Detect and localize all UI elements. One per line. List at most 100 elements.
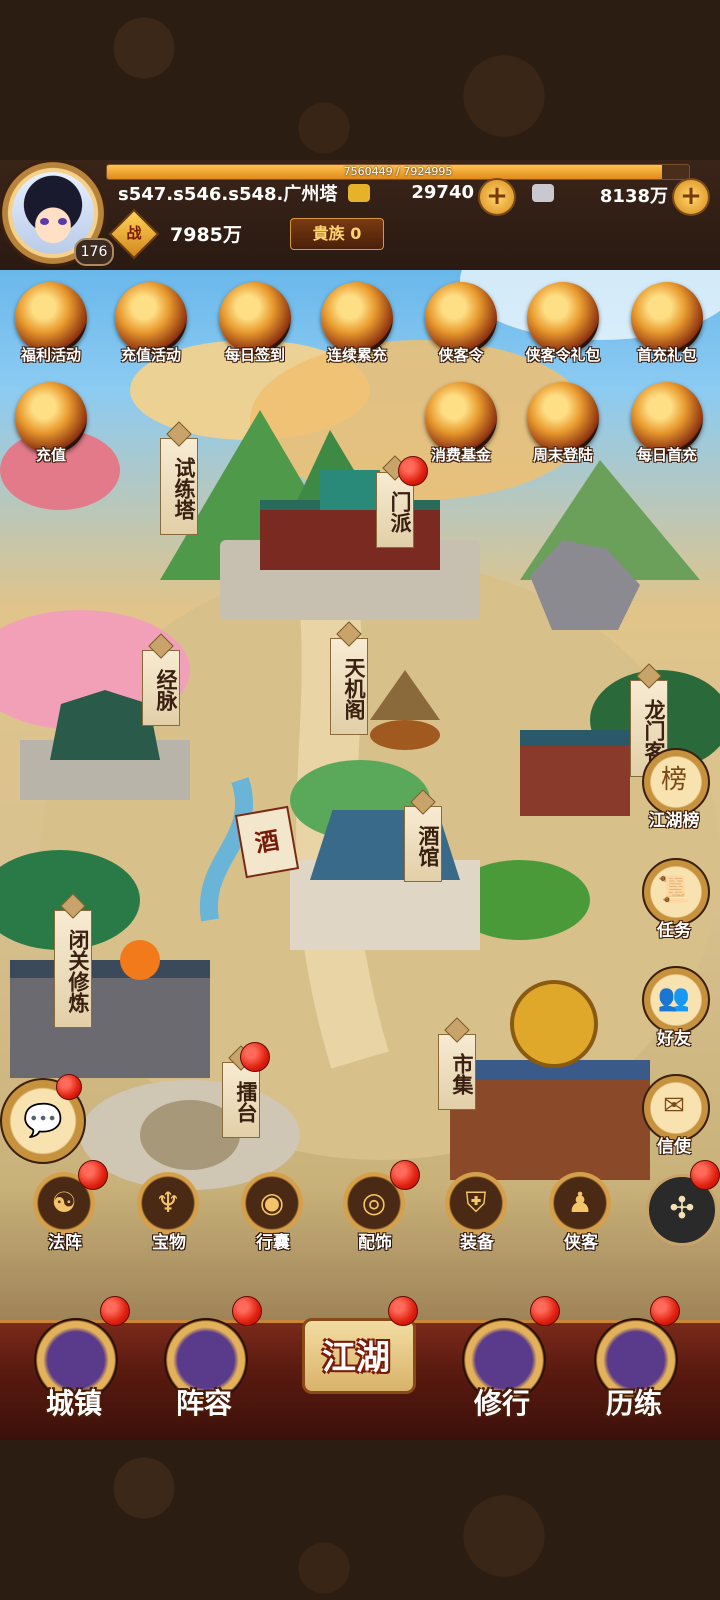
four-petal-icon: ✣ [669, 1191, 695, 1226]
outer-frame-bottom [0, 1440, 720, 1600]
tavern-sign: 酒 [234, 805, 300, 879]
ranking-icon: 榜 [660, 765, 687, 795]
nav-town-label: 城镇 [45, 1387, 102, 1420]
jianghu-ranking-button[interactable]: 榜 江湖榜 [634, 748, 714, 844]
formation-label: 法阵 [48, 1233, 82, 1253]
nav-training[interactable]: 历练 [584, 1310, 684, 1430]
player-level-badge: 176 [74, 238, 114, 266]
gold-ingot-currency: 29740 + [346, 178, 516, 216]
friends-button[interactable]: 👥 好友 [634, 966, 714, 1062]
activity-label: 连续累充 [326, 346, 387, 364]
activity-welfare[interactable]: 福利活动 [4, 282, 98, 378]
hero-silhouette-icon: ♟ [567, 1186, 593, 1219]
nav-jianghu-dot [388, 1296, 418, 1326]
quest-button[interactable]: 📜 任务 [634, 858, 714, 954]
nav-jianghu-label: 江湖 [322, 1338, 390, 1378]
equipment-button[interactable]: ⛨ 装备 [432, 1172, 522, 1262]
nav-town[interactable]: 城镇 [24, 1310, 124, 1430]
chat-notification-dot [56, 1074, 82, 1100]
nav-training-dot [650, 1296, 680, 1326]
chat-bubble-icon: 💬 [23, 1101, 63, 1139]
arena-notification-dot [240, 1042, 270, 1072]
silver-currency: 8138万 + [530, 178, 710, 216]
activity-spending-fund[interactable]: 消费基金 [414, 382, 508, 478]
nav-cultivation[interactable]: 修行 [452, 1310, 552, 1430]
activity-label: 周末登陆 [532, 446, 593, 464]
mail-button[interactable]: ✉ 信使 [634, 1074, 714, 1170]
activity-hero-token[interactable]: 侠客令 [414, 282, 508, 378]
activity-daily-signin[interactable]: 每日签到 [208, 282, 302, 378]
formation-notification-dot [78, 1160, 108, 1190]
silver-value: 8138万 [599, 186, 668, 207]
nav-lineup-dot [232, 1296, 262, 1326]
expand-notification-dot [690, 1160, 720, 1190]
activity-weekend-login[interactable]: 周末登陆 [516, 382, 610, 478]
combat-power-icon: 战 [108, 208, 160, 260]
friends-label: 好友 [657, 1029, 691, 1049]
treasure-button[interactable]: ♆ 宝物 [124, 1172, 214, 1262]
activity-label: 充值 [35, 446, 66, 464]
activity-label: 充值活动 [120, 346, 181, 364]
banner-meridian[interactable]: 经脉 [142, 650, 180, 726]
armor-icon: ⛨ [465, 1186, 487, 1219]
tavern[interactable] [290, 800, 480, 950]
accessory-label: 配饰 [358, 1233, 392, 1253]
banner-trial-tower[interactable]: 试练塔 [160, 438, 198, 535]
activity-label: 首充礼包 [636, 346, 697, 364]
combat-power-value: 7985万 [170, 224, 242, 246]
gold-ingot-value: 29740 [411, 182, 474, 203]
activity-hero-token-pack[interactable]: 侠客令礼包 [516, 282, 610, 378]
outer-frame-top [0, 0, 720, 160]
activity-recharge-event[interactable]: 充值活动 [104, 282, 198, 378]
activity-first-recharge-pack[interactable]: 首充礼包 [620, 282, 714, 378]
server-name: s547.s546.s548.广州塔 [118, 184, 338, 205]
game-viewport: 酒 7560449 / 7924995 176 s547.s546.s548.广… [0, 160, 720, 1440]
activity-label: 每日首充 [636, 446, 697, 464]
activity-label: 福利活动 [20, 346, 81, 364]
gold-ingot-add-button[interactable]: + [478, 178, 516, 216]
longmen-inn[interactable] [520, 700, 630, 816]
activity-daily-first-recharge[interactable]: 每日首充 [620, 382, 714, 478]
inventory-button[interactable]: ◉ 行囊 [228, 1172, 318, 1262]
activity-label: 侠客令 [438, 346, 484, 364]
top-hud: 7560449 / 7924995 176 s547.s546.s548.广州塔… [0, 160, 720, 270]
sect-palace[interactable] [200, 470, 500, 630]
activity-label: 每日签到 [224, 346, 285, 364]
heroes-label: 侠客 [564, 1233, 598, 1253]
equipment-label: 装备 [460, 1233, 494, 1253]
activity-continuous-recharge[interactable]: 连续累充 [310, 282, 404, 378]
stone-sword-monument [490, 510, 670, 640]
treasure-gourd-icon: ♆ [155, 1186, 181, 1219]
treasure-label: 宝物 [152, 1233, 186, 1253]
silver-ingot-icon [532, 184, 554, 202]
jianghu-ranking-label: 江湖榜 [648, 811, 700, 831]
activity-recharge[interactable]: 充值 [4, 382, 98, 478]
banner-market[interactable]: 市集 [438, 1034, 476, 1110]
bag-icon: ◉ [259, 1186, 285, 1219]
accessory-notification-dot [390, 1160, 420, 1190]
seclusion-forge[interactable] [0, 900, 230, 1078]
banner-tavern[interactable]: 酒馆 [404, 806, 442, 882]
banner-seclusion[interactable]: 闭关修炼 [54, 910, 92, 1028]
silver-add-button[interactable]: + [672, 178, 710, 216]
inventory-label: 行囊 [256, 1233, 290, 1253]
combat-power: 战 7985万 貴族 0 [108, 208, 422, 260]
mail-icon: ✉ [663, 1091, 685, 1121]
sect-notification-dot [398, 456, 428, 486]
tianji-pavilion[interactable] [360, 660, 450, 760]
scroll-icon: 📜 [657, 875, 691, 905]
exp-text: 7560449 / 7924995 [343, 165, 453, 178]
tavern-sign-text: 酒 [252, 826, 282, 858]
banner-tianji-pavilion[interactable]: 天机阁 [330, 638, 368, 735]
banner-arena[interactable]: 擂台 [222, 1062, 260, 1138]
heroes-button[interactable]: ♟ 侠客 [536, 1172, 626, 1262]
activity-label: 侠客令礼包 [525, 346, 601, 364]
nav-lineup-label: 阵容 [175, 1387, 232, 1420]
quest-label: 任务 [657, 921, 691, 941]
friends-icon: 👥 [657, 983, 691, 1013]
mail-label: 信使 [657, 1137, 691, 1157]
noble-rank-button[interactable]: 貴族 0 [290, 218, 384, 250]
nav-training-label: 历练 [605, 1387, 662, 1420]
nav-lineup[interactable]: 阵容 [154, 1310, 254, 1430]
nav-cultivation-dot [530, 1296, 560, 1326]
